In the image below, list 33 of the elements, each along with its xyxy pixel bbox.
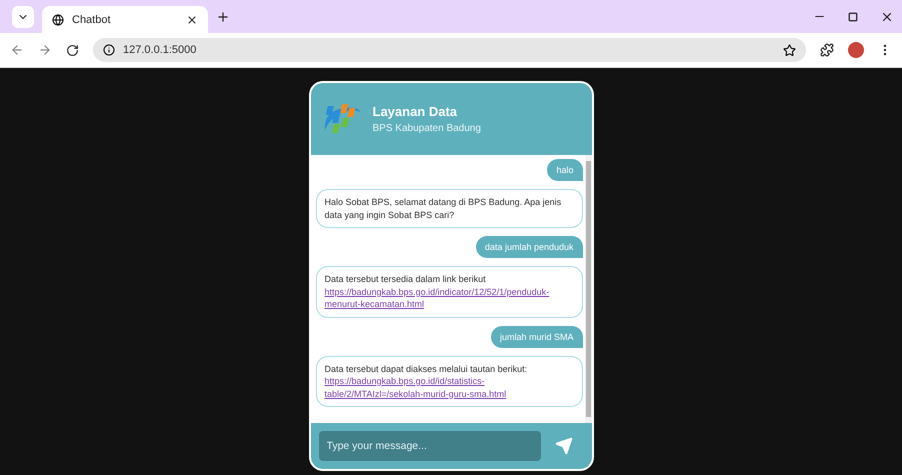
scrollbar[interactable]	[584, 155, 592, 423]
restore-button[interactable]	[848, 10, 858, 24]
message-text: Data tersebut tersedia dalam link berikut	[324, 273, 487, 286]
info-icon	[103, 44, 115, 56]
chat-subtitle: BPS Kabupaten Badung	[372, 123, 481, 134]
forward-button[interactable]	[38, 43, 52, 57]
address-bar[interactable]: 127.0.0.1:5000	[93, 38, 806, 62]
user-message: data jumlah penduduk	[476, 236, 582, 258]
reload-icon	[66, 44, 79, 56]
back-button[interactable]	[10, 43, 24, 57]
profile-avatar[interactable]	[848, 42, 864, 58]
chat-title: Layanan Data	[372, 104, 458, 119]
restore-icon	[848, 12, 858, 22]
close-tab-button[interactable]	[186, 14, 198, 26]
bookmark-star-icon[interactable]	[783, 44, 796, 56]
extensions-button[interactable]	[820, 43, 834, 57]
message-input[interactable]: Type your message...	[318, 431, 540, 461]
close-icon	[186, 14, 198, 26]
globe-icon	[52, 14, 64, 26]
browser-tab[interactable]: Chatbot	[42, 6, 208, 33]
reload-button[interactable]	[66, 44, 79, 56]
link[interactable]: https://badungkab.bps.go.id/id/statistics-table/2/MTAIzl=/sekolah-murid-guru-sma.html	[324, 375, 574, 400]
send-icon	[554, 437, 572, 455]
new-tab-button[interactable]	[216, 10, 230, 24]
link[interactable]: https://badungkab.bps.go.id/indicator/12/52/1/penduduk-menurut-kecamatan.html	[324, 286, 574, 310]
tab-list-button[interactable]	[12, 6, 34, 28]
forward-arrow-icon	[38, 43, 52, 57]
puzzle-icon	[820, 43, 834, 57]
user-message: jumlah murid SMA	[490, 326, 582, 348]
plus-icon	[216, 10, 230, 24]
message-text: Data tersebut dapat diakses melalui tautan berikut:	[324, 362, 528, 375]
message-text: Halo Sobat BPS, selamat datang di BPS Badung. Apa jenis data yang ingin Sobat BPS cari?	[324, 196, 562, 221]
user-message: halo	[547, 159, 582, 181]
